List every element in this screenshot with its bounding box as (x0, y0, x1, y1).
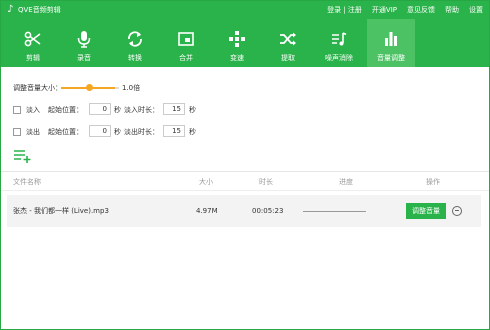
tool-convert-label: 转换 (128, 54, 142, 62)
fade-out-duration-input[interactable]: 15 (163, 125, 185, 137)
tool-extract[interactable]: 提取 (264, 19, 312, 67)
file-name: 张杰 - 我们都一样 (Live).mp3 (13, 207, 109, 215)
tool-record[interactable]: 录音 (60, 19, 108, 67)
fade-in-label: 淡入 (26, 106, 40, 114)
header-progress: 进度 (339, 178, 353, 186)
convert-icon (111, 30, 159, 48)
adjust-volume-button[interactable]: 调整音量 (406, 203, 446, 219)
volume-label: 调整音量大小： (13, 84, 62, 92)
microphone-icon (60, 30, 108, 48)
volume-slider-thumb[interactable] (86, 84, 93, 91)
fade-out-duration-label: 淡出时长： (124, 128, 159, 136)
login-register-link[interactable]: 登录 | 注册 (327, 5, 362, 15)
noise-reduction-icon (315, 30, 363, 48)
toolbar: 剪辑 录音 转换 合并 变速 提取 噪声消除 音量调整 (1, 19, 489, 67)
app-window: ♪ QVE音频剪辑 登录 | 注册 开通VIP 意见反馈 帮助 设置 剪辑 录音 (0, 0, 490, 330)
tool-extract-label: 提取 (281, 54, 295, 62)
fade-out-duration-unit: 秒 (189, 128, 196, 136)
table-row[interactable]: 张杰 - 我们都一样 (Live).mp3 4.97M 00:05:23 调整音… (7, 195, 481, 227)
fade-in-start-label: 起始位置： (48, 106, 83, 114)
header-action: 操作 (426, 178, 440, 186)
fade-out-start-unit: 秒 (114, 128, 121, 136)
music-note-icon: ♪ (7, 4, 14, 15)
settings-link[interactable]: 设置 (469, 5, 483, 15)
fade-in-checkbox[interactable] (13, 106, 21, 114)
merge-icon (162, 30, 210, 48)
volume-bars-icon (367, 30, 415, 48)
fade-in-duration-input[interactable]: 15 (163, 103, 185, 115)
tool-volume[interactable]: 音量调整 (367, 19, 415, 67)
top-links: 登录 | 注册 开通VIP 意见反馈 帮助 设置 (327, 5, 483, 15)
tool-merge-label: 合并 (179, 54, 193, 62)
file-size: 4.97M (196, 207, 218, 215)
file-duration: 00:05:23 (252, 207, 284, 215)
fade-in-duration-unit: 秒 (189, 106, 196, 114)
tool-record-label: 录音 (77, 54, 91, 62)
tool-volume-label: 音量调整 (377, 54, 405, 62)
add-list-icon[interactable] (14, 149, 32, 163)
app-title: QVE音频剪辑 (18, 6, 61, 14)
fade-out-checkbox[interactable] (13, 128, 21, 136)
tool-speed-label: 变速 (230, 54, 244, 62)
tool-noise-reduction[interactable]: 噪声消除 (315, 19, 363, 67)
feedback-link[interactable]: 意见反馈 (407, 5, 435, 15)
speed-icon (213, 30, 261, 48)
header-filename: 文件名称 (13, 178, 41, 186)
volume-value: 1.0倍 (122, 84, 141, 92)
title-bar: ♪ QVE音频剪辑 登录 | 注册 开通VIP 意见反馈 帮助 设置 (1, 1, 489, 19)
tool-noise-reduction-label: 噪声消除 (325, 54, 353, 62)
help-link[interactable]: 帮助 (445, 5, 459, 15)
scissors-icon (9, 30, 57, 48)
tool-merge[interactable]: 合并 (162, 19, 210, 67)
fade-in-start-unit: 秒 (114, 106, 121, 114)
extract-icon (264, 30, 312, 48)
tool-cut-label: 剪辑 (26, 54, 40, 62)
header-duration: 时长 (259, 178, 273, 186)
fade-in-duration-label: 淡入时长： (124, 106, 159, 114)
fade-out-start-label: 起始位置： (48, 128, 83, 136)
table-header: 文件名称 大小 时长 进度 操作 (1, 171, 489, 191)
fade-out-start-input[interactable]: 0 (89, 125, 111, 137)
vip-link[interactable]: 开通VIP (372, 5, 397, 15)
tool-cut[interactable]: 剪辑 (9, 19, 57, 67)
volume-slider-rest (115, 87, 119, 89)
tool-convert[interactable]: 转换 (111, 19, 159, 67)
fade-in-start-input[interactable]: 0 (89, 103, 111, 115)
remove-icon[interactable] (452, 206, 462, 216)
header-size: 大小 (199, 178, 213, 186)
fade-out-label: 淡出 (26, 128, 40, 136)
progress-bar (303, 211, 366, 212)
tool-speed[interactable]: 变速 (213, 19, 261, 67)
